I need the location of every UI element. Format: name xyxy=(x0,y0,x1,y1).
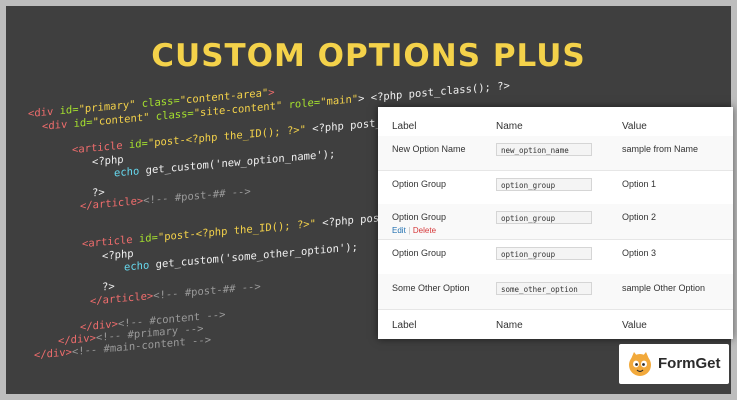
action-separator: | xyxy=(408,226,411,235)
header-value: Value xyxy=(622,121,647,132)
footer-value: Value xyxy=(622,320,647,331)
option-name-input[interactable]: option_group xyxy=(496,211,592,224)
option-name-input[interactable]: option_group xyxy=(496,178,592,191)
table-footer: Label Name Value xyxy=(378,309,733,339)
option-name-input[interactable]: option_group xyxy=(496,247,592,260)
row-label: Option Group xyxy=(392,179,447,189)
row-label: Some Other Option xyxy=(392,283,470,293)
table-row: Option Group option_group Option 3 xyxy=(378,239,733,275)
table-header: Label Name Value xyxy=(378,107,733,137)
footer-name: Name xyxy=(496,320,523,331)
cat-mascot-icon xyxy=(629,352,651,376)
row-value: sample from Name xyxy=(622,144,699,154)
table-row: New Option Name new_option_name sample f… xyxy=(378,136,733,171)
logo-text: FormGet xyxy=(658,355,721,372)
code-line: ?> xyxy=(102,280,115,294)
table-row: Option Group option_group Option 1 xyxy=(378,170,733,205)
row-label: Option Group xyxy=(392,248,447,258)
table-row: Option Group option_group Option 2 Edit … xyxy=(378,204,733,240)
code-line: </article><!-- #post-## --> xyxy=(90,280,261,308)
table-row: Some Other Option some_other_option samp… xyxy=(378,274,733,310)
code-line: </article><!-- #post-## --> xyxy=(80,185,251,213)
code-line: echo get_custom('some_other_option'); xyxy=(124,241,358,274)
row-actions: Edit | Delete xyxy=(392,225,436,235)
footer-label: Label xyxy=(392,320,417,331)
formget-logo: FormGet xyxy=(619,344,729,384)
code-snippet: <div id="primary" class="content-area"> … xyxy=(28,75,510,362)
row-value: Option 3 xyxy=(622,248,657,258)
row-label: New Option Name xyxy=(392,144,466,154)
options-table: Label Name Value New Option Name new_opt… xyxy=(378,107,733,339)
row-label: Option Group xyxy=(392,212,447,222)
option-name-input[interactable]: some_other_option xyxy=(496,282,592,295)
header-name: Name xyxy=(496,121,523,132)
delete-link[interactable]: Delete xyxy=(413,226,436,235)
edit-link[interactable]: Edit xyxy=(392,226,406,235)
header-label: Label xyxy=(392,121,417,132)
option-name-input[interactable]: new_option_name xyxy=(496,143,592,156)
row-value: sample Other Option xyxy=(622,283,706,293)
row-value: Option 1 xyxy=(622,179,657,189)
code-line: echo get_custom('new_option_name'); xyxy=(114,148,336,180)
row-value: Option 2 xyxy=(622,212,657,222)
banner-title: CUSTOM OPTIONS PLUS xyxy=(151,38,586,74)
